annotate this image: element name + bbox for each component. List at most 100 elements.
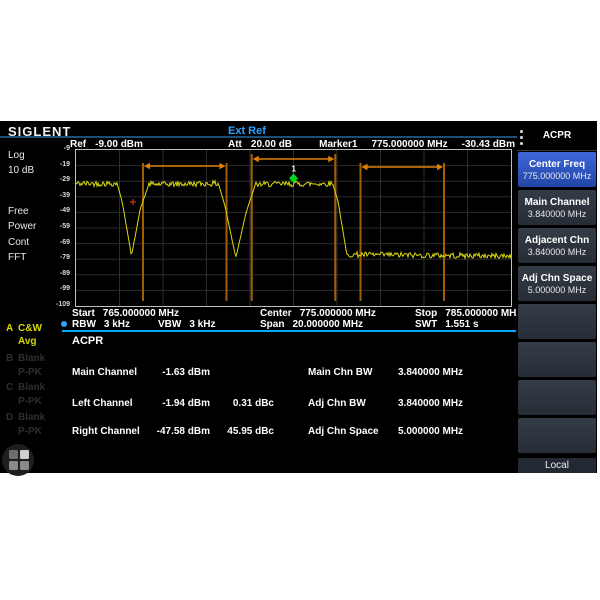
softkey-value: 3.840000 MHz	[528, 247, 587, 257]
acpr-adjbw-value: 3.840000 MHz	[398, 398, 463, 409]
results-divider	[62, 330, 516, 332]
spectrum-plot: 1	[75, 149, 512, 307]
marker1-label: 1	[292, 164, 297, 173]
grid-square-icon	[9, 461, 18, 470]
fft-label: FFT	[8, 252, 26, 263]
acpr-main-power: -1.63 dBm	[148, 367, 210, 378]
y-axis-label: -69	[46, 239, 70, 246]
trace-b-detector: Blank	[18, 353, 45, 364]
acpr-right-ratio: 45.95 dBc	[212, 426, 274, 437]
center-freq-readout: Center 775.000000 MHz	[260, 308, 376, 319]
start-value: 765.000000 MHz	[103, 308, 179, 319]
trace-a-row: AC&W	[6, 323, 42, 334]
acpr-space-label: Adj Chn Space	[308, 426, 379, 437]
softkey-label: Center Freq	[529, 159, 585, 170]
trace-d-detector: Blank	[18, 412, 45, 423]
y-axis-label: -29	[46, 176, 70, 183]
rbw-readout: RBW 3 kHz	[72, 319, 130, 330]
center-value: 775.000000 MHz	[300, 308, 376, 319]
y-axis-label: -39	[46, 192, 70, 199]
softkey-menu: ACPR Center Freq 775.000000 MHz Main Cha…	[517, 121, 597, 473]
trace-d-letter: D	[6, 412, 18, 423]
y-axis-label: -19	[46, 161, 70, 168]
acpr-main-label: Main Channel	[72, 367, 137, 378]
softkey-adjacent-chn[interactable]: Adjacent Chn 3.840000 MHz	[518, 228, 596, 263]
acpr-row-main: Main Channel -1.63 dBm Main Chn BW 3.840…	[0, 367, 517, 379]
scale-div-label: 10 dB	[8, 165, 34, 176]
grid-square-icon	[20, 450, 29, 459]
screen-layout-button[interactable]	[2, 444, 34, 476]
acpr-right-label: Right Channel	[72, 426, 140, 437]
spectrum-analyzer-screen: SIGLENT Ext Ref Ref -9.00 dBm Att 20.00 …	[0, 121, 597, 473]
trace-b-letter: B	[6, 353, 18, 364]
y-axis-label: -99	[46, 285, 70, 292]
acpr-space-value: 5.000000 MHz	[398, 426, 463, 437]
menu-title: ACPR	[517, 130, 597, 141]
trigger-label: Free	[8, 206, 29, 217]
y-axis-label: -109	[46, 301, 70, 308]
softkey-empty-2[interactable]	[518, 342, 596, 377]
softkey-adj-chn-space[interactable]: Adj Chn Space 5.000000 MHz	[518, 266, 596, 301]
start-freq-readout: Start 765.000000 MHz	[72, 308, 179, 319]
acpr-row-left: Left Channel -1.94 dBm 0.31 dBc Adj Chn …	[0, 398, 517, 410]
acpr-section-title: ACPR	[72, 335, 103, 347]
y-axis-label: -9	[46, 145, 70, 152]
softkey-label: Main Channel	[524, 197, 589, 208]
acpr-left-ratio: 0.31 dBc	[212, 398, 274, 409]
spectrum-trace-svg: 1	[76, 150, 511, 306]
span-value: 20.000000 MHz	[292, 319, 363, 330]
softkey-empty-4[interactable]	[518, 418, 596, 453]
vbw-value: 3 kHz	[189, 319, 215, 330]
acpr-row-right: Right Channel -47.58 dBm 45.95 dBc Adj C…	[0, 426, 517, 438]
y-axis-labels: -9-19-29-39-49-59-69-79-89-99-109	[46, 149, 72, 305]
trace-d-row: DBlank	[6, 412, 45, 423]
acpr-left-power: -1.94 dBm	[148, 398, 210, 409]
rbw-value: 3 kHz	[104, 319, 130, 330]
trace-c-detector: Blank	[18, 382, 45, 393]
trace-b-row: BBlank	[6, 353, 45, 364]
start-label: Start	[72, 308, 95, 319]
span-label: Span	[260, 319, 284, 330]
softkey-empty-1[interactable]	[518, 304, 596, 339]
header-divider	[0, 136, 517, 138]
softkey-label: Adj Chn Space	[522, 273, 593, 284]
stop-value: 785.000000 MHz	[445, 308, 521, 319]
y-axis-label: -79	[46, 254, 70, 261]
local-button[interactable]: Local	[518, 458, 596, 473]
y-axis-label: -59	[46, 223, 70, 230]
softkey-buttons: Center Freq 775.000000 MHz Main Channel …	[518, 152, 596, 453]
rbw-label: RBW	[72, 319, 96, 330]
center-label: Center	[260, 308, 292, 319]
softkey-empty-3[interactable]	[518, 380, 596, 415]
trace-a-letter: A	[6, 323, 18, 334]
trace-a-mode: Avg	[18, 336, 37, 347]
vbw-label: VBW	[158, 319, 181, 330]
y-axis-label: -49	[46, 207, 70, 214]
span-readout: Span 20.000000 MHz	[260, 319, 363, 330]
page: SIGLENT Ext Ref Ref -9.00 dBm Att 20.00 …	[0, 0, 600, 600]
softkey-value: 775.000000 MHz	[523, 171, 592, 181]
power-label: Power	[8, 221, 36, 232]
swt-label: SWT	[415, 319, 437, 330]
acpr-adjbw-label: Adj Chn BW	[308, 398, 366, 409]
swt-value: 1.551 s	[445, 319, 478, 330]
softkey-main-channel[interactable]: Main Channel 3.840000 MHz	[518, 190, 596, 225]
trace-c-row: CBlank	[6, 382, 45, 393]
acpr-mainbw-value: 3.840000 MHz	[398, 367, 463, 378]
stop-label: Stop	[415, 308, 437, 319]
menu-header: ACPR	[517, 121, 597, 151]
softkey-value: 3.840000 MHz	[528, 209, 587, 219]
trace-a-detector: C&W	[18, 323, 42, 334]
softkey-center-freq[interactable]: Center Freq 775.000000 MHz	[518, 152, 596, 187]
softkey-value: 5.000000 MHz	[528, 285, 587, 295]
stop-freq-readout: Stop 785.000000 MHz	[415, 308, 521, 319]
y-axis-label: -89	[46, 270, 70, 277]
acpr-mainbw-label: Main Chn BW	[308, 367, 372, 378]
sweep-mode-label: Cont	[8, 237, 29, 248]
swt-readout: SWT 1.551 s	[415, 319, 479, 330]
softkey-label: Adjacent Chn	[525, 235, 589, 246]
acpr-left-label: Left Channel	[72, 398, 133, 409]
grid-square-icon	[20, 461, 29, 470]
rbw-bullet-icon	[61, 321, 67, 327]
scale-type-label: Log	[8, 150, 25, 161]
